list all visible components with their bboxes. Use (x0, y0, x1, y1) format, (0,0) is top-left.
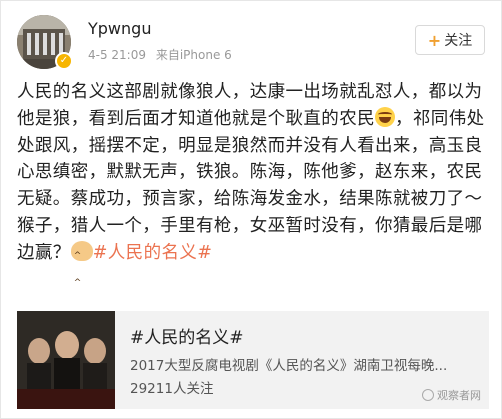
verified-badge-icon: ✓ (55, 52, 73, 70)
post-hashtag-link[interactable]: #人民的名义# (93, 243, 213, 263)
post-source: 来自iPhone 6 (155, 48, 232, 62)
weibo-post-card: ✓ Ypwngu 4-5 21:09 来自iPhone 6 + 关注 人民的名义… (0, 0, 502, 419)
post-body: 人民的名义这部剧就像狼人，达康一出场就乱怼人，都以为他是狼，看到后面才知道他就是… (17, 79, 489, 296)
topic-poster-image (17, 311, 115, 409)
cat-emoji-icon (70, 240, 93, 296)
topic-follower-count: 29211人关注 (130, 381, 214, 397)
follow-button[interactable]: + 关注 (415, 25, 485, 55)
username[interactable]: Ypwngu (88, 19, 151, 38)
plus-icon: + (427, 30, 442, 50)
post-date: 4-5 21:09 (88, 48, 146, 62)
post-meta: 4-5 21:09 来自iPhone 6 (88, 46, 238, 63)
watermark-logo-icon (422, 389, 434, 401)
laughing-emoji-icon (375, 106, 395, 127)
post-text-part2: ，祁同伟处处跟风，摇摆不定，明显是狼然而并没有人看出来，高玉良心思缜密，默默无声… (17, 108, 485, 263)
topic-description: 2017大型反腐电视剧《人民的名义》湖南卫视每晚... (130, 358, 448, 374)
source-watermark: 观察者网 (422, 387, 481, 403)
follow-label: 关注 (444, 33, 473, 49)
watermark-text: 观察者网 (437, 389, 481, 402)
topic-title: #人民的名义# (130, 328, 244, 348)
topic-card[interactable]: #人民的名义# 2017大型反腐电视剧《人民的名义》湖南卫视每晚... 2921… (17, 311, 489, 409)
